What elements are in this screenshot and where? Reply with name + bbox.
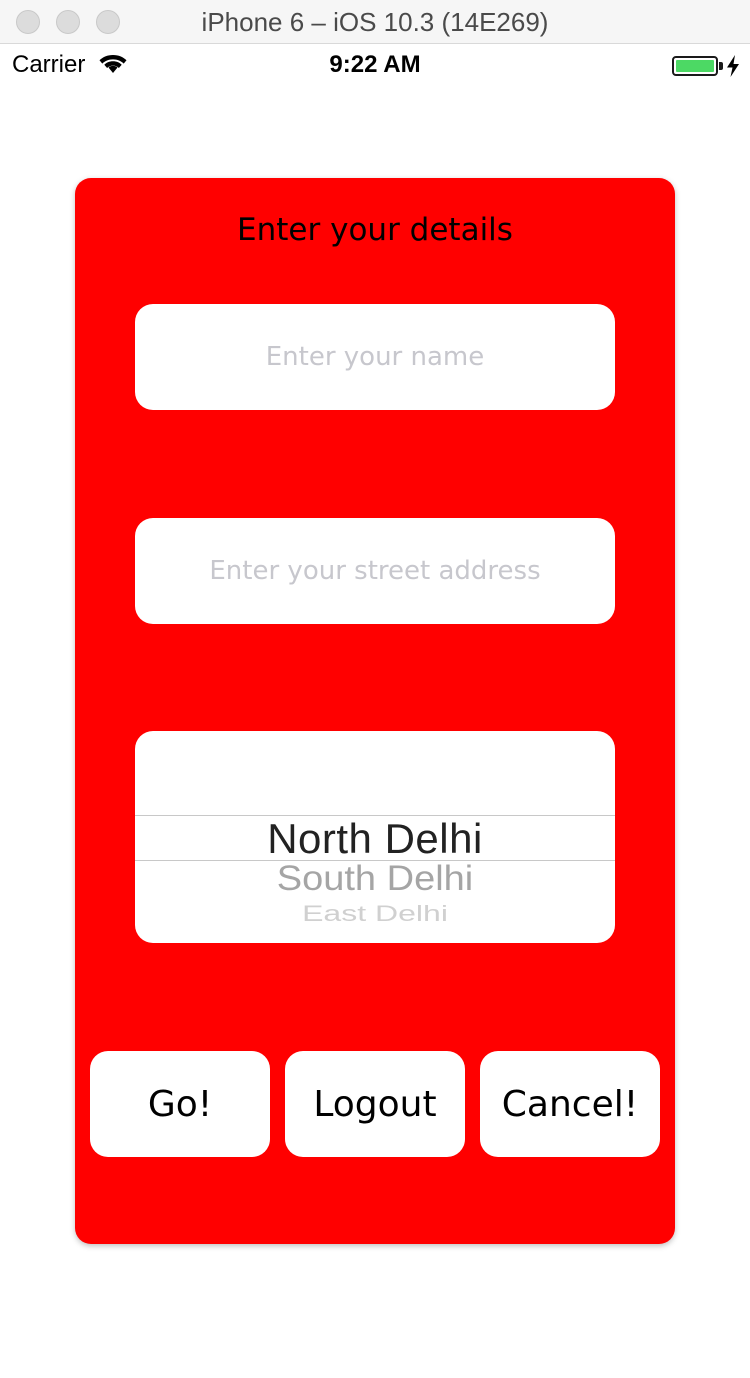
cancel-button[interactable]: Cancel!	[480, 1051, 660, 1157]
form-title: Enter your details	[237, 212, 513, 248]
picker-option-selected[interactable]: North Delhi	[135, 815, 615, 863]
battery-tip	[719, 62, 723, 70]
simulator-title-bar: iPhone 6 – iOS 10.3 (14E269)	[0, 0, 750, 44]
picker-option[interactable]: East Delhi	[135, 901, 615, 927]
go-button[interactable]: Go!	[90, 1051, 270, 1157]
details-form-card: Enter your details North Delhi South Del…	[75, 178, 675, 1244]
window-title: iPhone 6 – iOS 10.3 (14E269)	[201, 7, 549, 37]
battery-icon	[672, 56, 718, 76]
battery-level	[676, 60, 714, 72]
status-bar: Carrier 9:22 AM	[0, 44, 750, 86]
name-input[interactable]	[135, 304, 615, 410]
picker-option[interactable]: South Delhi	[135, 860, 615, 900]
street-address-input[interactable]	[135, 518, 615, 624]
region-picker[interactable]: North Delhi South Delhi East Delhi	[135, 731, 615, 943]
logout-button[interactable]: Logout	[285, 1051, 465, 1157]
clock: 9:22 AM	[329, 51, 421, 78]
charging-bolt-icon	[727, 55, 739, 77]
